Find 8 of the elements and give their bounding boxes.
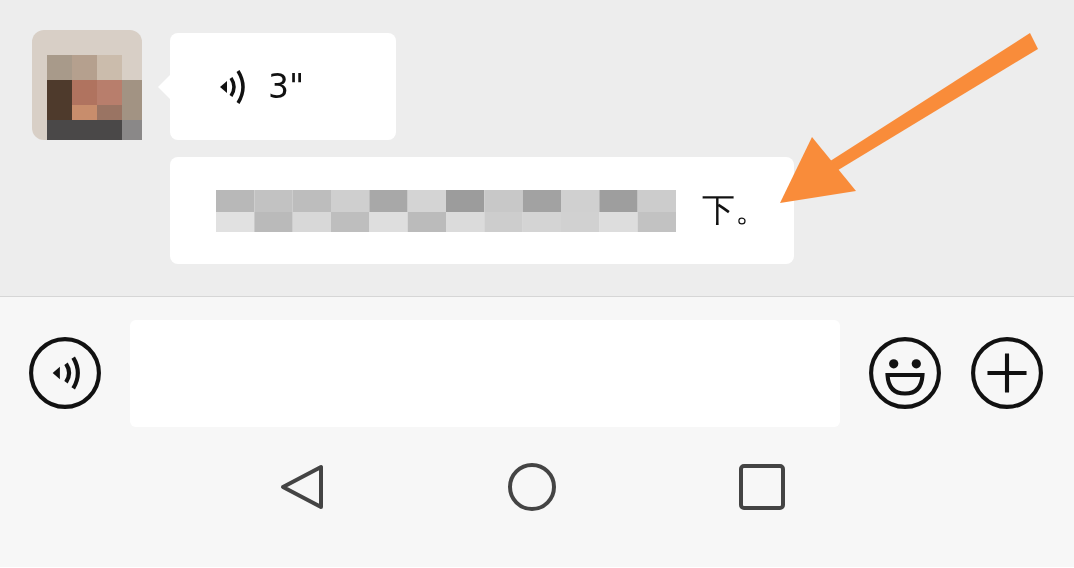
message-text: 下。 (702, 189, 768, 231)
text-message-bubble[interactable]: 下。 (170, 157, 794, 264)
plus-icon[interactable] (970, 336, 1044, 410)
voice-icon[interactable] (28, 336, 102, 410)
recents-icon[interactable] (737, 462, 787, 512)
emoji-icon[interactable] (868, 336, 942, 410)
voice-duration: 3" (268, 67, 305, 106)
home-icon[interactable] (507, 462, 557, 512)
